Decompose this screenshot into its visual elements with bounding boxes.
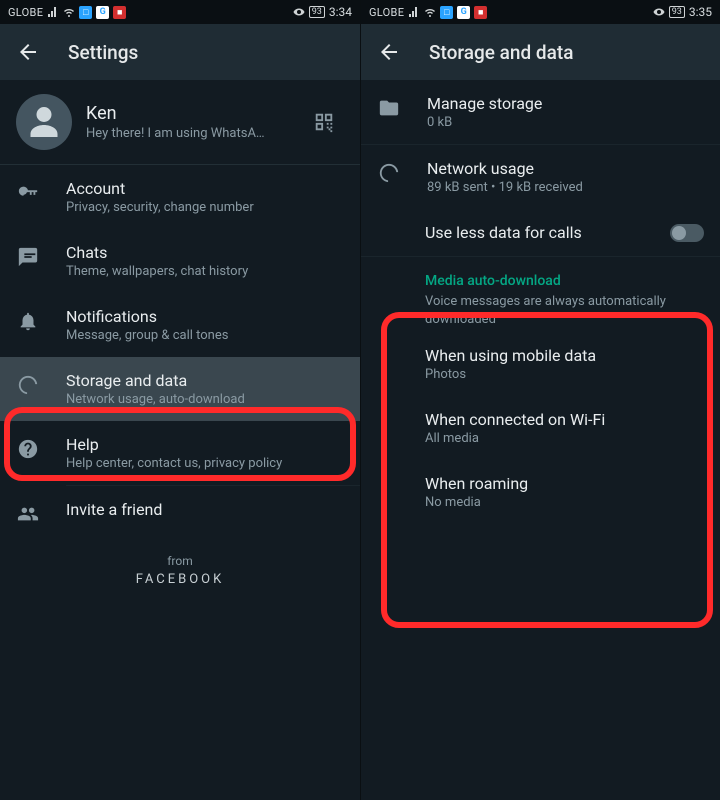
app-bar: Settings [0,24,360,80]
settings-item-storage-data[interactable]: Storage and data Network usage, auto-dow… [0,357,360,421]
use-less-data-toggle[interactable] [670,224,704,242]
clock-label: 3:34 [329,5,352,19]
signal-icon [47,6,59,18]
bell-icon [16,309,40,333]
item-roaming[interactable]: When roaming No media [361,460,720,524]
profile-name: Ken [86,103,290,124]
settings-item-notifications[interactable]: Notifications Message, group & call tone… [0,293,360,357]
settings-screen: GLOBE □ G ■ 93 3:34 Settings [0,0,360,800]
settings-item-invite[interactable]: Invite a friend [0,486,360,540]
settings-item-help[interactable]: Help Help center, contact us, privacy po… [0,421,360,485]
g-badge-icon: G [457,6,470,19]
clock-label: 3:35 [689,5,712,19]
app-badge-icon: □ [79,6,92,19]
app-bar: Storage and data [361,24,720,80]
status-bar: GLOBE □ G ■ 93 3:34 [0,0,360,24]
app-badge2-icon: ■ [113,6,126,19]
eye-icon [653,6,665,18]
status-bar: GLOBE □ G ■ 93 3:35 [361,0,720,24]
settings-item-account[interactable]: Account Privacy, security, change number [0,165,360,229]
data-usage-icon [16,373,40,397]
signal-icon [408,6,420,18]
help-icon [16,437,40,461]
carrier-label: GLOBE [8,6,43,19]
settings-item-chats[interactable]: Chats Theme, wallpapers, chat history [0,229,360,293]
chat-icon [16,245,40,269]
people-icon [16,502,40,526]
battery-indicator: 93 [309,6,325,18]
profile-status: Hey there! I am using WhatsA… [86,126,290,141]
facebook-brand: FACEBOOK [0,572,360,587]
page-title: Settings [68,41,138,64]
back-button[interactable] [369,32,409,72]
item-manage-storage[interactable]: Manage storage 0 kB [361,80,720,144]
item-mobile-data[interactable]: When using mobile data Photos [361,332,720,396]
qr-code-button[interactable] [304,102,344,142]
app-badge2-icon: ■ [474,6,487,19]
media-auto-download-header: Media auto-download Voice messages are a… [361,257,720,332]
item-wifi[interactable]: When connected on Wi-Fi All media [361,396,720,460]
folder-icon [377,96,401,120]
avatar [16,94,72,150]
eye-icon [293,6,305,18]
g-badge-icon: G [96,6,109,19]
footer: from FACEBOOK [0,540,360,611]
profile-row[interactable]: Ken Hey there! I am using WhatsA… [0,80,360,165]
battery-indicator: 93 [669,6,685,18]
item-network-usage[interactable]: Network usage 89 kB sent • 19 kB receive… [361,145,720,209]
back-button[interactable] [8,32,48,72]
storage-data-screen: GLOBE □ G ■ 93 3:35 Storage and data [360,0,720,800]
key-icon [16,181,40,205]
item-use-less-data[interactable]: Use less data for calls [361,209,720,256]
page-title: Storage and data [429,41,573,64]
wifi-icon [424,6,436,18]
data-usage-icon [377,161,401,185]
app-badge-icon: □ [440,6,453,19]
carrier-label: GLOBE [369,6,404,19]
wifi-icon [63,6,75,18]
